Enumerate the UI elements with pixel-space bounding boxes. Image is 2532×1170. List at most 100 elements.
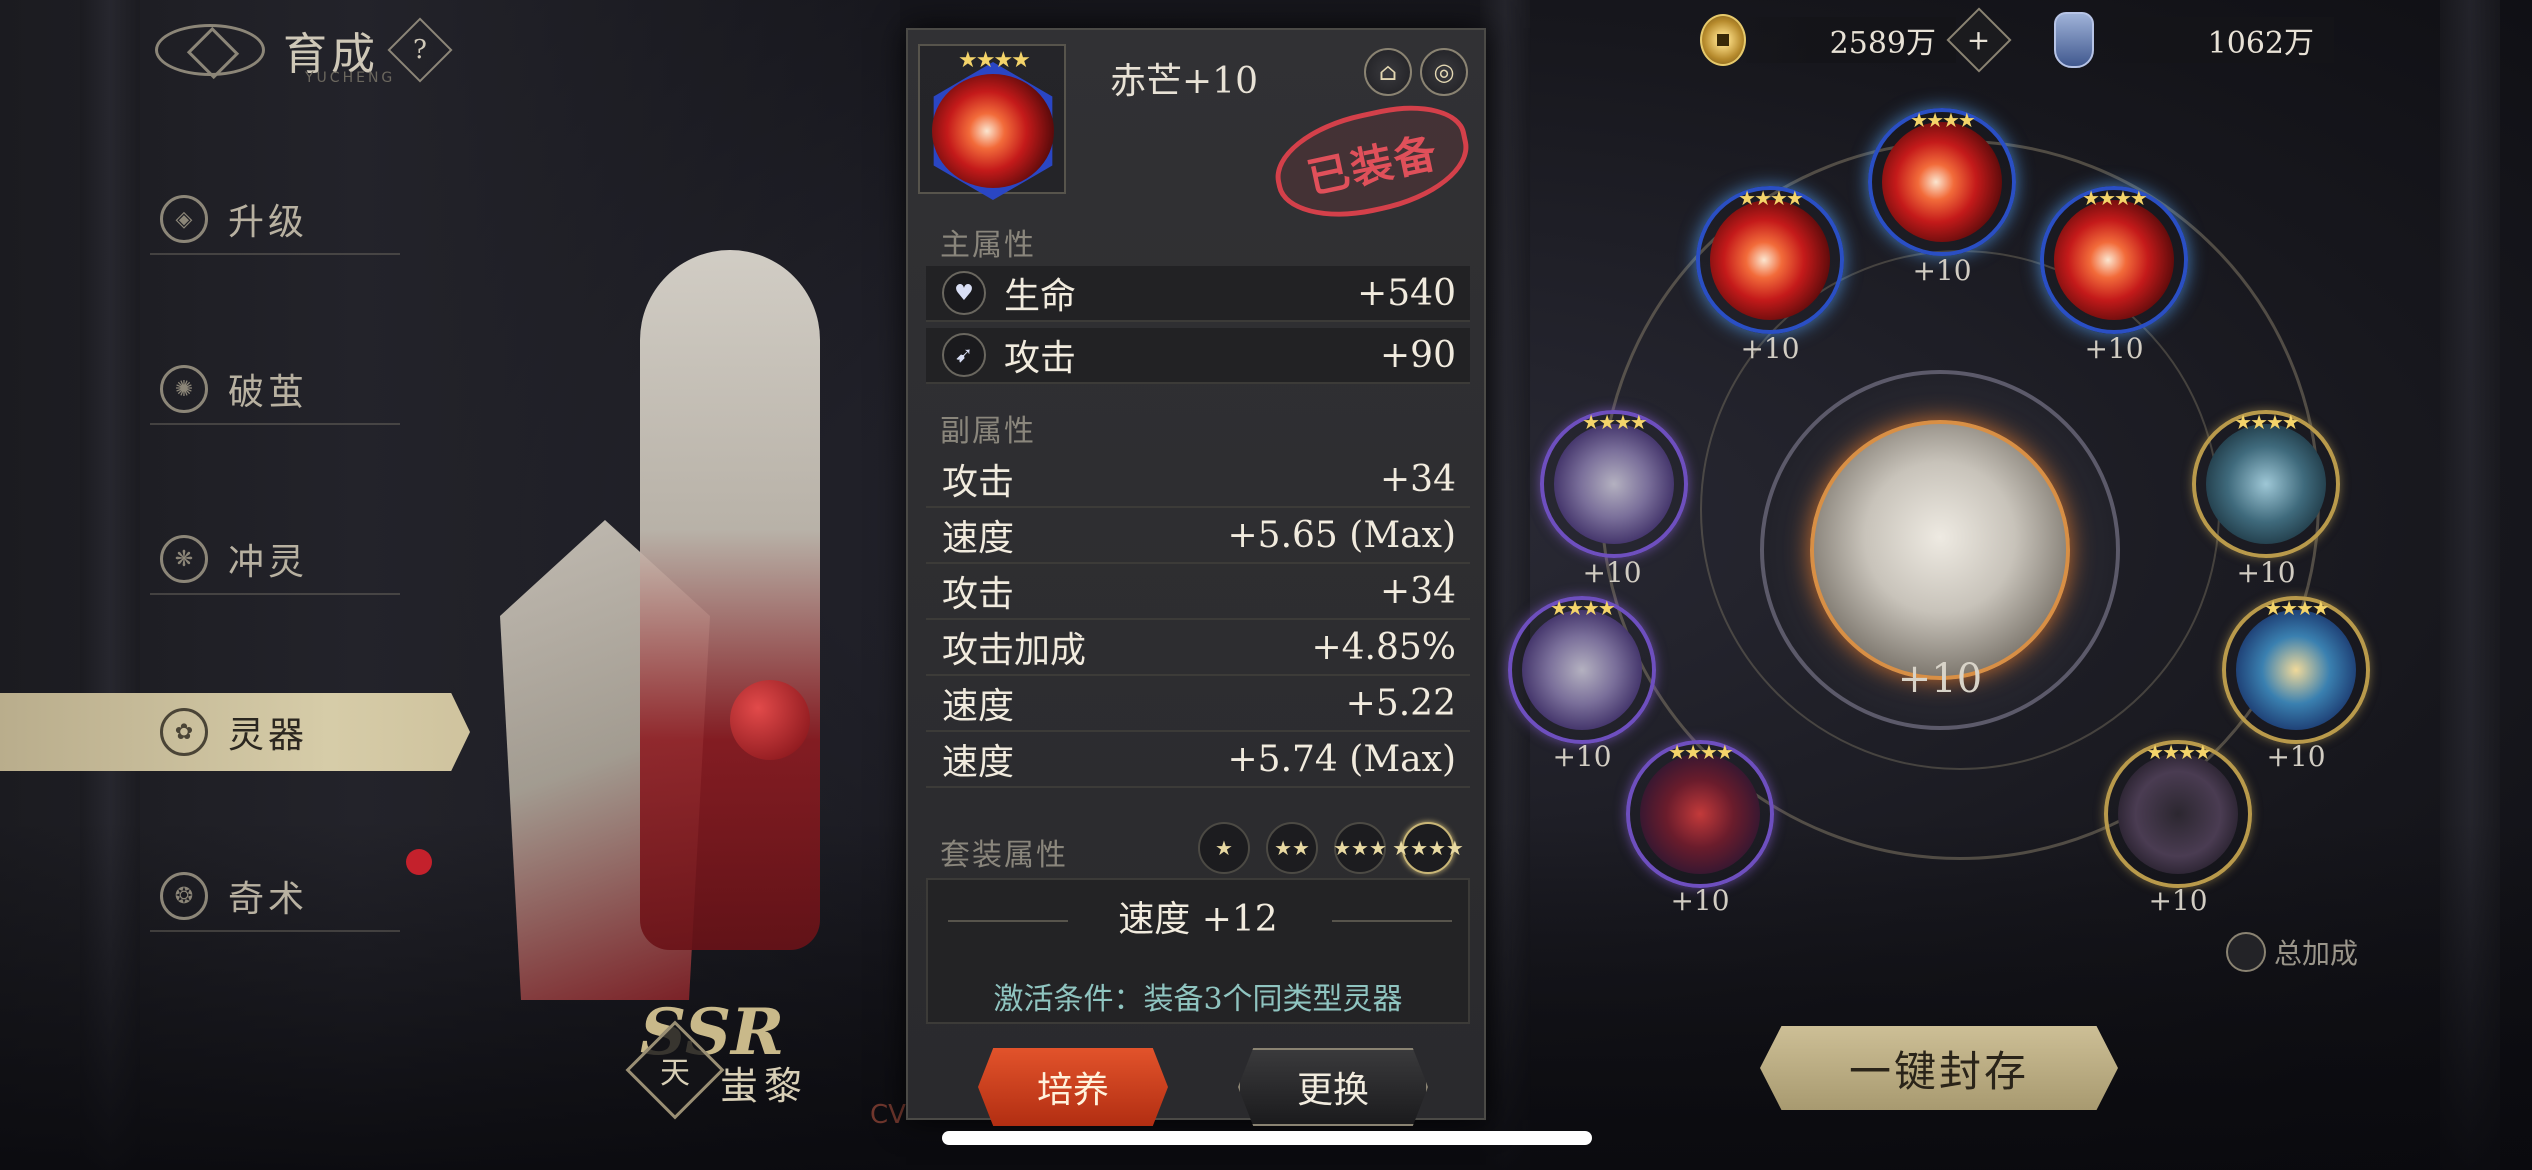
coin-currency: 2589万 +: [1700, 7, 2012, 73]
center-level: +10: [1897, 656, 1983, 702]
slot-stars: ★★★★: [1582, 410, 1648, 434]
set-tier-4-icon[interactable]: ★★★★: [1392, 822, 1464, 874]
slot-level: +10: [2084, 332, 2144, 365]
notification-dot: [406, 849, 432, 875]
home-indicator[interactable]: [942, 1131, 1592, 1145]
stat-value: +5.65 (Max): [1227, 514, 1456, 556]
slot-stars: ★★★★: [2146, 740, 2212, 764]
cloud-artifact-icon: [2206, 424, 2326, 544]
set-tier-2-icon[interactable]: ★★: [1266, 822, 1318, 874]
hp-icon: ♥: [942, 271, 986, 315]
coin-amount: 2589万: [1746, 17, 1956, 63]
replace-button[interactable]: 更换: [1238, 1048, 1428, 1126]
red-eye-artifact-icon: [932, 74, 1054, 188]
artifact-slot-right-upper[interactable]: ★★★★: [2192, 410, 2340, 558]
artifact-slot-left-upper[interactable]: ★★★★: [1540, 410, 1688, 558]
potion-currency: 1062万: [2054, 12, 2334, 68]
slot-level: +10: [2266, 740, 2326, 773]
nav-item-breakthrough[interactable]: ✺ 破茧: [150, 355, 400, 425]
nav-subtitle: YUCHENG: [305, 70, 396, 86]
flower-artifact-icon: [1522, 610, 1642, 730]
add-coins-button[interactable]: +: [1946, 7, 2012, 73]
stat-name: 速度: [942, 686, 1015, 727]
plus-icon: +: [1967, 23, 1991, 57]
stat-name: 攻击加成: [942, 630, 1087, 671]
artifact-slot-left-lower[interactable]: ★★★★: [1508, 596, 1656, 744]
slot-level: +10: [2148, 884, 2208, 917]
nav-item-artifact[interactable]: ✿ 灵器: [0, 693, 470, 771]
upgrade-icon: ◈: [160, 195, 208, 243]
slot-level: +10: [1552, 740, 1612, 773]
stat-value: +5.22: [1345, 682, 1456, 724]
artifact-slot-right-lower[interactable]: ★★★★: [2222, 596, 2370, 744]
back-logo-icon[interactable]: [155, 24, 265, 76]
sub-stat-row: 速度 +5.74 (Max): [926, 732, 1470, 788]
cv-label: CV: [870, 1100, 906, 1130]
slot-level: +10: [2236, 556, 2296, 589]
nav-item-label: 升级: [228, 202, 309, 243]
sub-stat-row: 攻击 +34: [926, 452, 1470, 508]
stat-name: 攻击: [1004, 338, 1077, 379]
spirit-rush-icon: ❋: [160, 535, 208, 583]
artifact-slot-top[interactable]: ★★★★: [1868, 108, 2016, 256]
set-tier-1-icon[interactable]: ★: [1198, 822, 1250, 874]
set-effect-box: 速度 +12 激活条件：装备3个同类型灵器: [926, 878, 1470, 1024]
total-bonus-button[interactable]: 总加成: [2226, 932, 2358, 972]
set-tier-3-icon[interactable]: ★★★: [1333, 822, 1387, 874]
cultivate-button[interactable]: 培养: [978, 1048, 1168, 1126]
stat-name: 攻击: [942, 462, 1015, 503]
rarity-stars: ★★★★: [958, 48, 1031, 73]
arcane-icon: ❂: [160, 872, 208, 920]
artifact-slot-bottom-right[interactable]: ★★★★: [2104, 740, 2252, 888]
stat-value: +34: [1380, 458, 1456, 500]
artifact-slot-top-left[interactable]: ★★★★: [1696, 186, 1844, 334]
slot-stars: ★★★★: [1550, 596, 1616, 620]
nav-item-spirit-rush[interactable]: ❋ 冲灵: [150, 525, 400, 595]
main-stats-heading: 主属性: [940, 228, 1036, 263]
slot-level: +10: [1912, 254, 1972, 287]
potion-icon: [2054, 12, 2094, 68]
flower-artifact-icon: [1554, 424, 1674, 544]
stat-name: 攻击: [942, 574, 1015, 615]
slot-level: +10: [1582, 556, 1642, 589]
artifact-detail-panel: ★★★★ 赤芒+10 ⌂ ◎ 已装备 主属性 ♥ 生命 +540 ➹ 攻击 +90 …: [906, 28, 1486, 1126]
red-eye-artifact-icon: [1710, 200, 1830, 320]
potion-amount: 1062万: [2094, 17, 2334, 63]
artifact-icon: ✿: [160, 708, 208, 756]
artifact-slot-bottom-left[interactable]: ★★★★: [1626, 740, 1774, 888]
character-portrait: [480, 220, 900, 1060]
main-stat-row: ♥ 生命 +540: [926, 266, 1470, 322]
set-stats-heading: 套装属性: [940, 838, 1068, 873]
lock-icon[interactable]: ⌂: [1364, 48, 1412, 96]
mirror-artifact-icon: [2236, 610, 2356, 730]
sub-stat-row: 攻击加成 +4.85%: [926, 620, 1470, 676]
nav-item-label: 破茧: [228, 372, 309, 413]
set-condition-text: 激活条件：装备3个同类型灵器: [993, 982, 1403, 1017]
nav-item-arcane[interactable]: ❂ 奇术: [150, 862, 400, 932]
slot-stars: ★★★★: [1910, 108, 1976, 132]
sub-stat-row: 速度 +5.65 (Max): [926, 508, 1470, 564]
stat-name: 速度: [942, 518, 1015, 559]
artifact-slot-top-right[interactable]: ★★★★: [2040, 186, 2188, 334]
slot-stars: ★★★★: [2082, 186, 2148, 210]
nav-item-label: 冲灵: [228, 542, 309, 583]
spirit-icon[interactable]: ◎: [1420, 48, 1468, 96]
stat-value: +4.85%: [1311, 626, 1456, 668]
one-click-seal-button[interactable]: 一键封存: [1760, 1026, 2118, 1110]
nav-item-label: 灵器: [228, 715, 309, 756]
stat-value: +90: [1380, 334, 1456, 376]
main-stat-row: ➹ 攻击 +90: [926, 328, 1470, 384]
total-bonus-icon: [2226, 932, 2266, 972]
slot-stars: ★★★★: [2234, 410, 2300, 434]
character-body: [640, 250, 820, 950]
help-button[interactable]: ?: [387, 17, 453, 83]
character-avatar[interactable]: [1810, 420, 2070, 680]
lily-artifact-icon: [1640, 754, 1760, 874]
coin-icon: [1700, 14, 1746, 66]
slot-stars: ★★★★: [1738, 186, 1804, 210]
artifact-name: 赤芒+10: [1110, 61, 1258, 102]
nav-item-upgrade[interactable]: ◈ 升级: [150, 185, 400, 255]
red-eye-artifact-icon: [1882, 122, 2002, 242]
equipped-stamp-label: 已装备: [1302, 127, 1443, 203]
artifact-icon-frame: ★★★★: [918, 44, 1066, 200]
